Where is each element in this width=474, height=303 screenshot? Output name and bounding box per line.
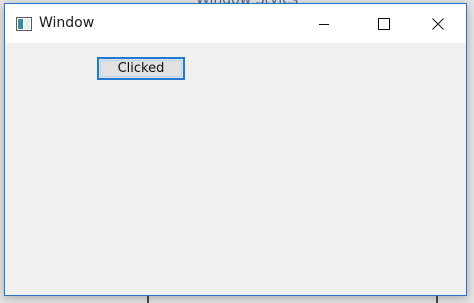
minimize-icon bbox=[318, 18, 330, 30]
maximize-button[interactable] bbox=[361, 4, 407, 43]
window-client-area: Clicked bbox=[5, 43, 466, 295]
app-window: Window Clicked bbox=[4, 3, 467, 296]
close-icon bbox=[432, 17, 444, 30]
window-title: Window bbox=[39, 15, 95, 31]
app-window-icon[interactable] bbox=[16, 16, 32, 31]
maximize-icon bbox=[378, 17, 390, 30]
title-bar[interactable]: Window bbox=[5, 4, 466, 43]
clicked-button[interactable]: Clicked bbox=[97, 57, 185, 80]
clicked-button-label: Clicked bbox=[117, 61, 165, 76]
close-button[interactable] bbox=[415, 4, 461, 43]
minimize-button[interactable] bbox=[301, 4, 347, 43]
